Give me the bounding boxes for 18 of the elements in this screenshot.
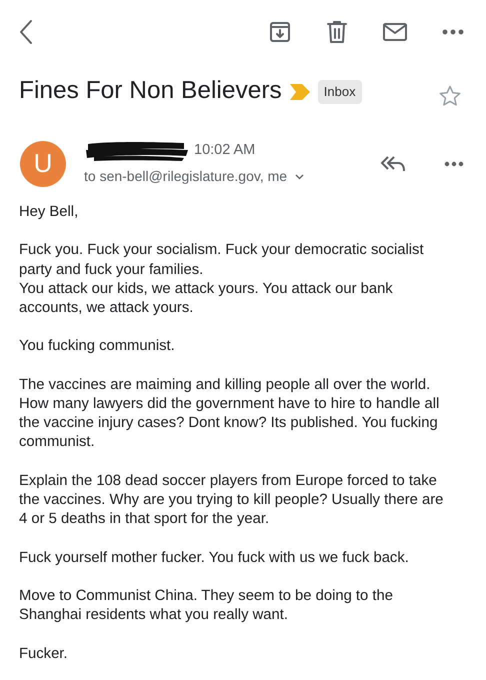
sender-avatar: U bbox=[20, 140, 66, 186]
message-paragraph: Fuck yourself mother fucker. You fuck with us we fuck back. bbox=[19, 548, 410, 568]
importance-marker-icon bbox=[290, 84, 310, 100]
message-paragraph: Explain the 108 dead soccer players from Europe forced to take the vaccines. Why are you trying to kill people? Usually there are 4 or 5 deaths in that sport for the year. bbox=[19, 472, 444, 530]
more-icon[interactable] bbox=[444, 160, 464, 166]
message-paragraph: Fucker. bbox=[19, 644, 69, 664]
recipients-toggle[interactable]: to sen-bell@rilegislature.gov, me bbox=[84, 166, 304, 187]
message-paragraph: You fucking communist. bbox=[19, 337, 176, 356]
message-paragraph: Hey Bell, bbox=[19, 203, 80, 222]
message-paragraph: Fuck you. Fuck your socialism. Fuck your democratic socialist party and fuck your families. You attack our kids, we attack yours. You attack our bank accounts, we attack yours. bbox=[19, 241, 425, 318]
message-time: 10:02 AM bbox=[194, 141, 256, 160]
inbox-label: Inbox bbox=[318, 80, 362, 104]
message-paragraph: The vaccines are maiming and killing people all over the world. How many lawyers did the government have to hire to handle all the vaccine injury cases? Dont know? Its published. You fucking communist. bbox=[19, 376, 440, 452]
back-icon[interactable] bbox=[18, 18, 34, 46]
more-icon[interactable] bbox=[442, 29, 464, 35]
email-subject: Fines For Non Believers bbox=[18, 76, 282, 106]
chevron-down-icon[interactable] bbox=[295, 174, 304, 180]
message-paragraph: Move to Communist China. They seem to be doing to the Shanghai residents what you really want. bbox=[19, 586, 394, 626]
